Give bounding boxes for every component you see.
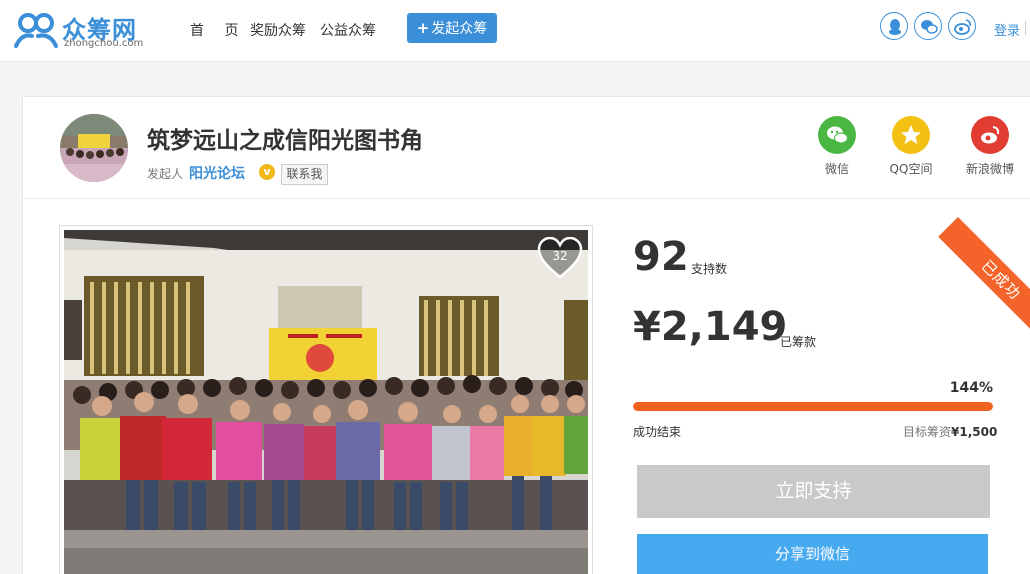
contact-button[interactable]: 联系我 (281, 164, 328, 185)
wechat-icon (921, 20, 938, 34)
logo-domain: zhongchou.com (64, 38, 144, 49)
initiator-name-link[interactable]: 阳光论坛 (189, 163, 245, 183)
share-weibo-label: 新浪微博 (965, 162, 1014, 176)
project-header: 筑梦远山之成信阳光图书角 发起人 阳光论坛 v 联系我 微信 QQ空间 新浪微博 (23, 97, 1030, 199)
weibo-icon (954, 19, 971, 35)
like-heart-button[interactable]: 32 (537, 236, 583, 279)
share-weibo-button[interactable]: 新浪微博 (955, 116, 1025, 177)
wechat-login-button[interactable] (914, 12, 942, 40)
raised-amount: ¥2,149 (633, 304, 788, 350)
project-photo-frame (59, 225, 593, 574)
weibo-share-icon (971, 116, 1009, 154)
qzone-star-icon (892, 116, 930, 154)
funded-percent: 144% (949, 380, 993, 396)
logo-people-icon (14, 13, 58, 48)
share-to-wechat-button[interactable]: 分享到微信 (637, 534, 988, 574)
weibo-login-button[interactable] (948, 12, 976, 40)
success-ribbon: 已成功 (938, 217, 1030, 343)
raised-label: 已筹款 (780, 335, 817, 349)
launch-label: 发起众筹 (431, 21, 488, 37)
nav-charity-crowdfunding[interactable]: 公益众筹 (320, 20, 376, 40)
project-photo[interactable] (64, 230, 588, 574)
site-logo[interactable]: 众筹网 zhongchou.com (14, 8, 154, 52)
share-wechat-button[interactable]: 微信 (802, 116, 872, 177)
top-navigation-bar: 众筹网 zhongchou.com 首 页 奖励众筹 公益众筹 + 发起众筹 登录 (0, 0, 1030, 62)
wechat-share-icon (818, 116, 856, 154)
qq-login-button[interactable] (880, 12, 908, 40)
launch-crowdfunding-button[interactable]: + 发起众筹 (407, 13, 497, 43)
goal-amount: 目标筹资¥1,500 (903, 423, 997, 440)
like-count: 32 (552, 249, 568, 263)
goal-label: 目标筹资 (903, 425, 952, 439)
verified-badge-icon: v (259, 164, 275, 180)
project-card: 筑梦远山之成信阳光图书角 发起人 阳光论坛 v 联系我 微信 QQ空间 新浪微博… (22, 96, 1030, 574)
nav-reward-crowdfunding[interactable]: 奖励众筹 (250, 20, 306, 40)
initiator-avatar[interactable] (60, 114, 128, 182)
avatar-photo (60, 114, 128, 182)
goal-value: ¥1,500 (951, 425, 998, 439)
login-link[interactable]: 登录 (994, 20, 1020, 39)
support-now-button[interactable]: 立即支持 (637, 465, 990, 518)
share-qzone-button[interactable]: QQ空间 (876, 116, 946, 177)
project-title: 筑梦远山之成信阳光图书角 (147, 128, 423, 154)
campaign-status: 成功结束 (633, 425, 682, 439)
share-qzone-label: QQ空间 (889, 162, 933, 176)
plus-icon: + (416, 19, 430, 37)
backers-label: 支持数 (691, 262, 728, 276)
funding-progress-fill (633, 402, 993, 411)
qq-icon (889, 19, 901, 35)
nav-home[interactable]: 首 页 (190, 20, 246, 40)
backers-count: 92 (633, 234, 689, 280)
initiator-label: 发起人 (147, 167, 184, 181)
funding-progress-bar (633, 402, 993, 411)
share-wechat-label: 微信 (824, 162, 849, 176)
school-children-photo (64, 230, 588, 574)
login-divider (1025, 21, 1026, 35)
